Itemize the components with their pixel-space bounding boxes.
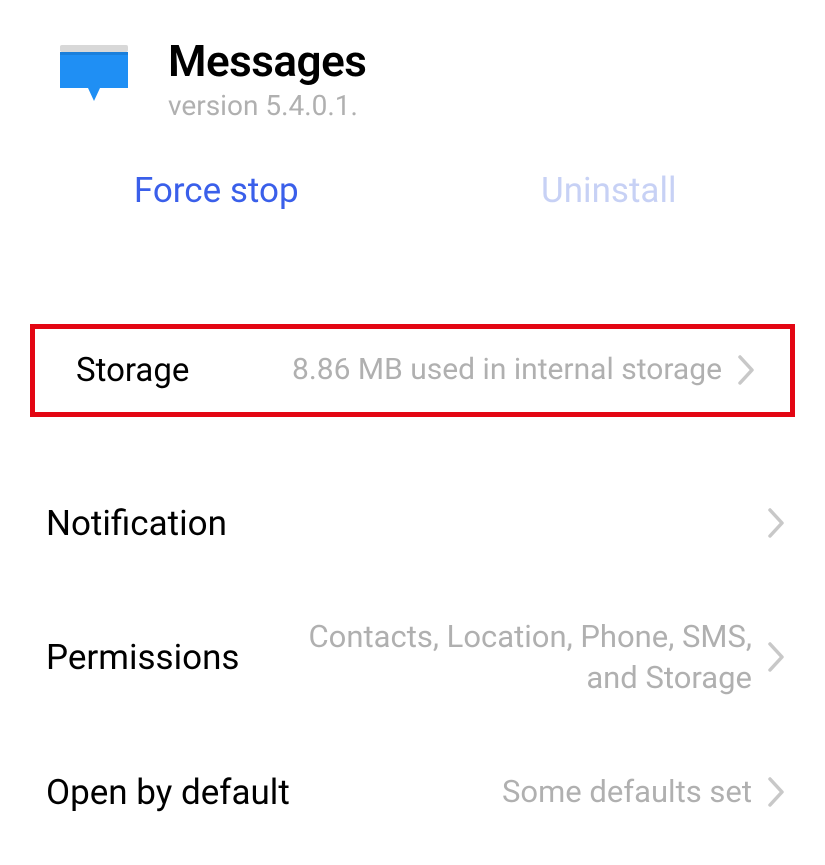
- app-title: Messages: [168, 35, 366, 87]
- storage-item[interactable]: Storage 8.86 MB used in internal storage: [30, 324, 795, 417]
- notification-item[interactable]: Notification: [0, 477, 825, 570]
- uninstall-button: Uninstall: [433, 162, 786, 219]
- storage-value: 8.86 MB used in internal storage: [292, 350, 722, 391]
- force-stop-button[interactable]: Force stop: [40, 162, 393, 219]
- app-icon: [60, 45, 128, 101]
- permissions-label: Permissions: [46, 637, 239, 678]
- notification-label: Notification: [46, 503, 227, 544]
- storage-label: Storage: [76, 351, 189, 390]
- permissions-item[interactable]: Permissions Contacts, Location, Phone, S…: [0, 606, 825, 710]
- chevron-right-icon: [767, 508, 785, 538]
- chevron-right-icon: [767, 642, 785, 672]
- permissions-value: Contacts, Location, Phone, SMS, and Stor…: [272, 616, 752, 700]
- open-by-default-label: Open by default: [46, 772, 290, 813]
- open-by-default-item[interactable]: Open by default Some defaults set: [0, 745, 825, 839]
- open-by-default-value: Some defaults set: [502, 771, 752, 813]
- chevron-right-icon: [737, 355, 755, 385]
- chevron-right-icon: [767, 777, 785, 807]
- app-version: version 5.4.0.1.: [168, 89, 366, 122]
